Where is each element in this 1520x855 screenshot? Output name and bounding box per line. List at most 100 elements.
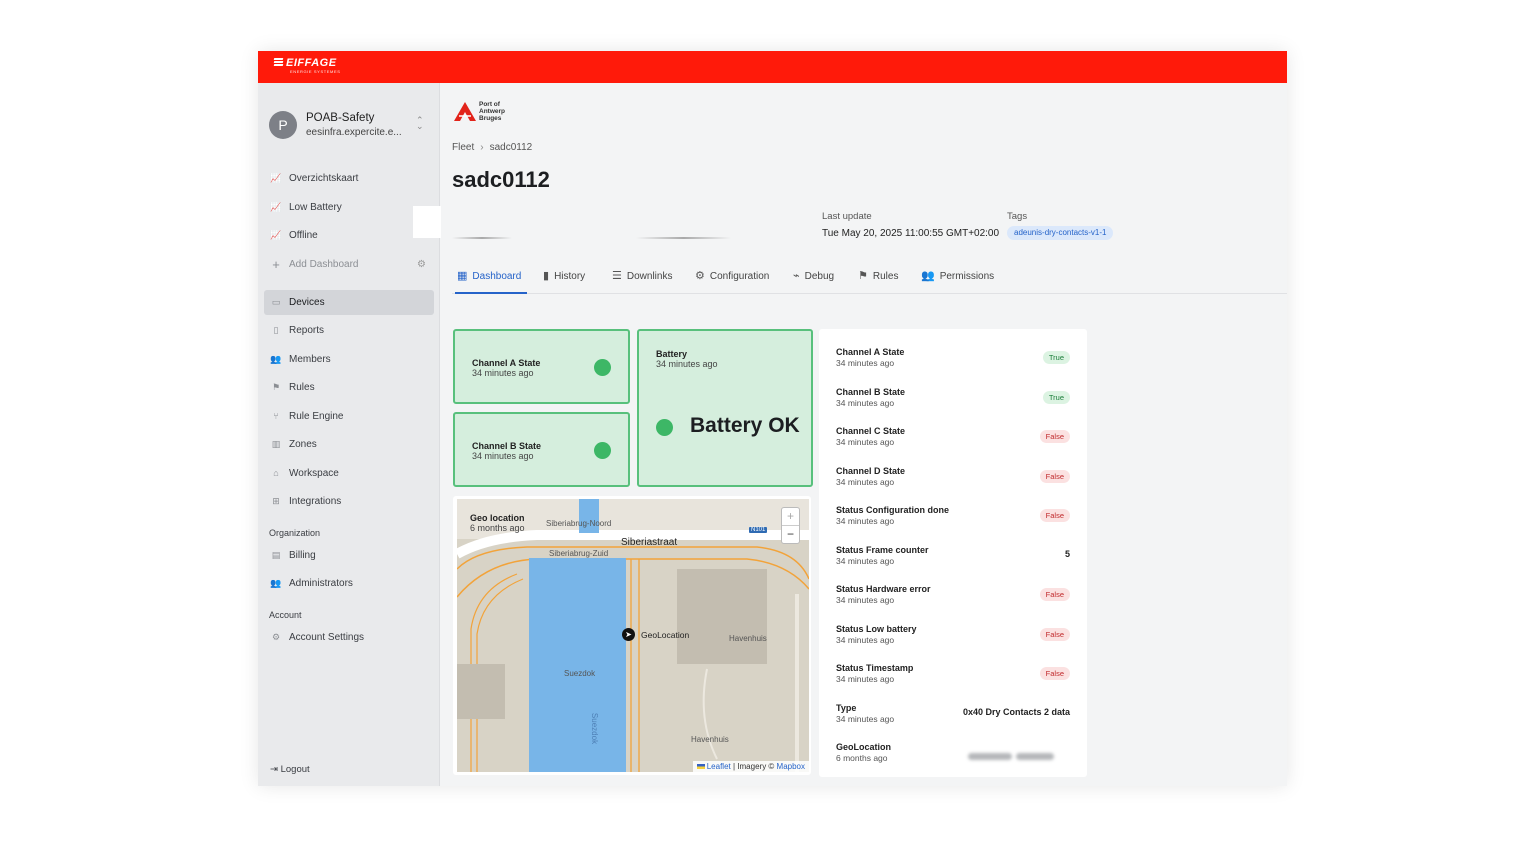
tag-badge[interactable]: adeunis-dry-contacts-v1-1 bbox=[1007, 226, 1114, 240]
sidebar: P POAB-Safety eesinfra.expercite.e... ⌃ ⌄… bbox=[258, 83, 440, 786]
battery-status: Battery OK bbox=[690, 414, 800, 437]
client-logo-text: Port of Antwerp Bruges bbox=[479, 101, 505, 122]
status-badge: False bbox=[1039, 628, 1070, 641]
property-time: 34 minutes ago bbox=[836, 635, 895, 645]
blank-panel bbox=[413, 206, 441, 238]
map-view[interactable]: Geo location 6 months ago Siberiabrug-No… bbox=[457, 499, 809, 772]
avatar: P bbox=[269, 111, 297, 139]
property-name: Channel B State bbox=[836, 387, 906, 397]
sidebar-item-label: Offline bbox=[289, 230, 318, 241]
pin-label: GeoLocation bbox=[641, 630, 690, 640]
status-dot bbox=[594, 442, 611, 459]
property-name: Channel D State bbox=[836, 466, 906, 476]
zoom-control: + − bbox=[781, 507, 800, 544]
sidebar-item-label: Zones bbox=[289, 439, 317, 450]
channel-a-card[interactable]: Channel A State 34 minutes ago bbox=[453, 329, 630, 404]
mapbox-link[interactable]: Mapbox bbox=[777, 762, 805, 771]
tab-downlinks[interactable]: ☰ Downlinks bbox=[610, 261, 672, 294]
property-time: 34 minutes ago bbox=[836, 556, 895, 566]
map-place-label: Siberiabrug-Zuid bbox=[549, 549, 609, 558]
sidebar-item-members[interactable]: 👥 Members bbox=[264, 347, 434, 372]
users-icon: 👥 bbox=[270, 354, 282, 364]
sidebar-item-zones[interactable]: ▥ Zones bbox=[264, 432, 434, 457]
geo-location-card: Geo location 6 months ago Siberiabrug-No… bbox=[453, 496, 811, 775]
sidebar-item-label: Devices bbox=[289, 297, 325, 308]
status-badge: False bbox=[1039, 588, 1070, 601]
sidebar-item-integrations[interactable]: ⊞ Integrations bbox=[264, 489, 434, 514]
sidebar-item-rules[interactable]: ⚑ Rules bbox=[264, 375, 434, 400]
status-dot bbox=[594, 359, 611, 376]
org-switcher[interactable]: P POAB-Safety eesinfra.expercite.e... ⌃ ⌄ bbox=[269, 111, 429, 141]
sidebar-item-label: Administrators bbox=[289, 578, 353, 589]
sidebar-item-overzichtskaart[interactable]: 📈 Overzichtskaart bbox=[264, 166, 434, 191]
redacted-field bbox=[452, 237, 512, 239]
sidebar-item-add-dashboard[interactable]: + Add Dashboard ⚙ bbox=[264, 252, 434, 277]
map-attribution: Leaflet | Imagery © Mapbox bbox=[692, 761, 809, 772]
last-update-label: Last update bbox=[822, 211, 872, 222]
property-time: 34 minutes ago bbox=[836, 398, 895, 408]
tab-configuration[interactable]: ⚙ Configuration bbox=[693, 261, 769, 294]
battery-card[interactable]: Battery 34 minutes ago Battery OK bbox=[637, 329, 813, 487]
breadcrumb: Fleet › sadc0112 bbox=[452, 142, 532, 153]
location-pin-icon[interactable]: ➤ bbox=[622, 628, 635, 641]
sidebar-item-account-settings[interactable]: ⚙ Account Settings bbox=[264, 625, 434, 650]
leaflet-link[interactable]: Leaflet bbox=[707, 762, 731, 771]
status-badge: False bbox=[1039, 509, 1070, 522]
property-row: Channel A State 34 minutes ago True bbox=[836, 347, 1070, 375]
attribution-text: | Imagery © bbox=[730, 762, 777, 771]
property-row: Status Configuration done 34 minutes ago… bbox=[836, 505, 1070, 533]
logout-button[interactable]: ⇥ Logout bbox=[270, 764, 310, 775]
tab-bar: ▦ Dashboard ▮ History ☰ Downlinks ⚙ Configur… bbox=[452, 261, 1287, 294]
sidebar-item-reports[interactable]: ▯ Reports bbox=[264, 318, 434, 343]
table-icon: ▦ bbox=[457, 270, 468, 282]
section-label-account: Account bbox=[269, 610, 302, 620]
redacted-field bbox=[636, 237, 731, 239]
main-content: Port of Antwerp Bruges Fleet › sadc0112 sa… bbox=[441, 83, 1287, 786]
chevron-up-down-icon[interactable]: ⌃ ⌄ bbox=[416, 116, 424, 131]
sidebar-item-label: Rules bbox=[289, 382, 315, 393]
gear-icon: ⚙ bbox=[271, 632, 281, 642]
property-time: 34 minutes ago bbox=[836, 714, 895, 724]
property-value: 5 bbox=[1064, 549, 1070, 559]
chart-icon: 📈 bbox=[270, 230, 282, 240]
property-name: Status Frame counter bbox=[836, 545, 929, 555]
breadcrumb-fleet[interactable]: Fleet bbox=[452, 142, 474, 153]
sidebar-item-label: Rule Engine bbox=[289, 411, 344, 422]
last-update-value: Tue May 20, 2025 11:00:55 GMT+02:00 bbox=[822, 228, 1000, 239]
tab-rules[interactable]: ⚑ Rules bbox=[856, 261, 898, 294]
properties-panel: Channel A State 34 minutes ago True Chan… bbox=[819, 329, 1087, 777]
status-badge: False bbox=[1039, 430, 1070, 443]
card-time: 34 minutes ago bbox=[656, 359, 718, 369]
tab-history[interactable]: ▮ History bbox=[541, 261, 585, 294]
brand-logo[interactable]: EIFFAGE ENERGIE SYSTEMES bbox=[273, 57, 341, 74]
sidebar-item-administrators[interactable]: 👥 Administrators bbox=[264, 571, 434, 596]
channel-b-card[interactable]: Channel B State 34 minutes ago bbox=[453, 412, 630, 487]
sidebar-item-devices[interactable]: ▭ Devices bbox=[264, 290, 434, 315]
tab-label: Debug bbox=[804, 271, 835, 282]
tab-label: History bbox=[554, 271, 586, 282]
sidebar-item-label: Add Dashboard bbox=[289, 259, 359, 270]
card-time: 34 minutes ago bbox=[472, 451, 534, 461]
page-title: sadc0112 bbox=[452, 167, 550, 192]
sidebar-item-offline[interactable]: 📈 Offline bbox=[264, 223, 434, 248]
tab-dashboard[interactable]: ▦ Dashboard bbox=[455, 261, 527, 294]
flag-icon bbox=[696, 764, 705, 770]
status-badge: False bbox=[1039, 667, 1070, 680]
zoom-out-button[interactable]: − bbox=[782, 526, 799, 544]
logout-label: Logout bbox=[280, 764, 310, 775]
brand-name: EIFFAGE bbox=[286, 57, 337, 69]
org-sub: eesinfra.expercite.e... bbox=[306, 127, 402, 138]
sidebar-item-rule-engine[interactable]: ⑂ Rule Engine bbox=[264, 404, 434, 429]
sidebar-item-billing[interactable]: ▤ Billing bbox=[264, 543, 434, 568]
tab-debug[interactable]: ⌁ Debug bbox=[791, 261, 834, 294]
map-place-label: Havenhuis bbox=[729, 634, 767, 643]
users-icon: 👥 bbox=[921, 270, 935, 282]
tab-permissions[interactable]: 👥 Permissions bbox=[919, 261, 994, 294]
property-row: Status Frame counter 34 minutes ago 5 bbox=[836, 545, 1070, 573]
gear-icon[interactable]: ⚙ bbox=[417, 252, 426, 277]
zoom-in-button[interactable]: + bbox=[782, 508, 799, 526]
property-row: Type 34 minutes ago 0x40 Dry Contacts 2 … bbox=[836, 703, 1070, 731]
sidebar-item-workspace[interactable]: ⌂ Workspace bbox=[264, 461, 434, 486]
property-value: 0x40 Dry Contacts 2 data bbox=[962, 707, 1070, 717]
sidebar-item-low-battery[interactable]: 📈 Low Battery bbox=[264, 195, 434, 220]
